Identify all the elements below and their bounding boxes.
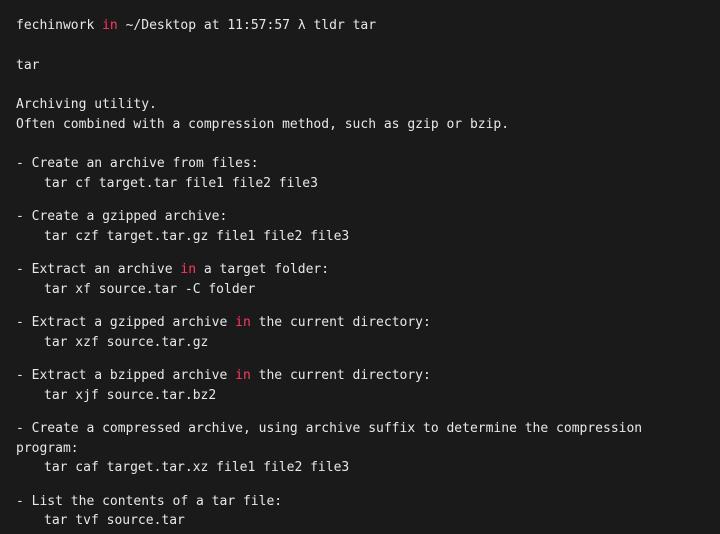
tldr-title: tar (16, 56, 704, 76)
example-item: - Create a compressed archive, using arc… (16, 419, 704, 478)
example-item: - Extract an archive in a target folder:… (16, 260, 704, 299)
description-line: Often combined with a compression method… (16, 115, 704, 135)
example-command: tar xzf source.tar.gz (16, 333, 704, 353)
example-description: - Create an archive from files: (16, 154, 704, 174)
prompt-time: 11:57:57 (227, 18, 290, 33)
example-description: - Create a gzipped archive: (16, 207, 704, 227)
description-line: Archiving utility. (16, 95, 704, 115)
tldr-description: Archiving utility. Often combined with a… (16, 95, 704, 134)
example-command: tar xjf source.tar.bz2 (16, 386, 704, 406)
prompt-lambda: λ (298, 18, 306, 33)
example-command: tar tvf source.tar (16, 511, 704, 531)
prompt-at: at (204, 18, 220, 33)
example-command: tar czf target.tar.gz file1 file2 file3 (16, 227, 704, 247)
example-command: tar cf target.tar file1 file2 file3 (16, 174, 704, 194)
tldr-examples: - Create an archive from files: tar cf t… (16, 154, 704, 531)
prompt-user: fechinwork (16, 18, 94, 33)
prompt-in-keyword: in (102, 18, 118, 33)
example-command: tar caf target.tar.xz file1 file2 file3 (16, 458, 704, 478)
example-description: - Extract an archive in a target folder: (16, 260, 704, 280)
example-command: tar xf source.tar -C folder (16, 280, 704, 300)
shell-prompt[interactable]: fechinwork in ~/Desktop at 11:57:57 λ tl… (16, 16, 704, 36)
example-item: - Extract a bzipped archive in the curre… (16, 366, 704, 405)
example-item: - Extract a gzipped archive in the curre… (16, 313, 704, 352)
example-description: - Extract a bzipped archive in the curre… (16, 366, 704, 386)
example-item: - List the contents of a tar file: tar t… (16, 492, 704, 531)
example-item: - Create an archive from files: tar cf t… (16, 154, 704, 193)
prompt-path: ~/Desktop (126, 18, 196, 33)
example-description: - List the contents of a tar file: (16, 492, 704, 512)
example-description: - Extract a gzipped archive in the curre… (16, 313, 704, 333)
example-item: - Create a gzipped archive: tar czf targ… (16, 207, 704, 246)
prompt-command: tldr tar (313, 18, 376, 33)
example-description: - Create a compressed archive, using arc… (16, 419, 704, 458)
